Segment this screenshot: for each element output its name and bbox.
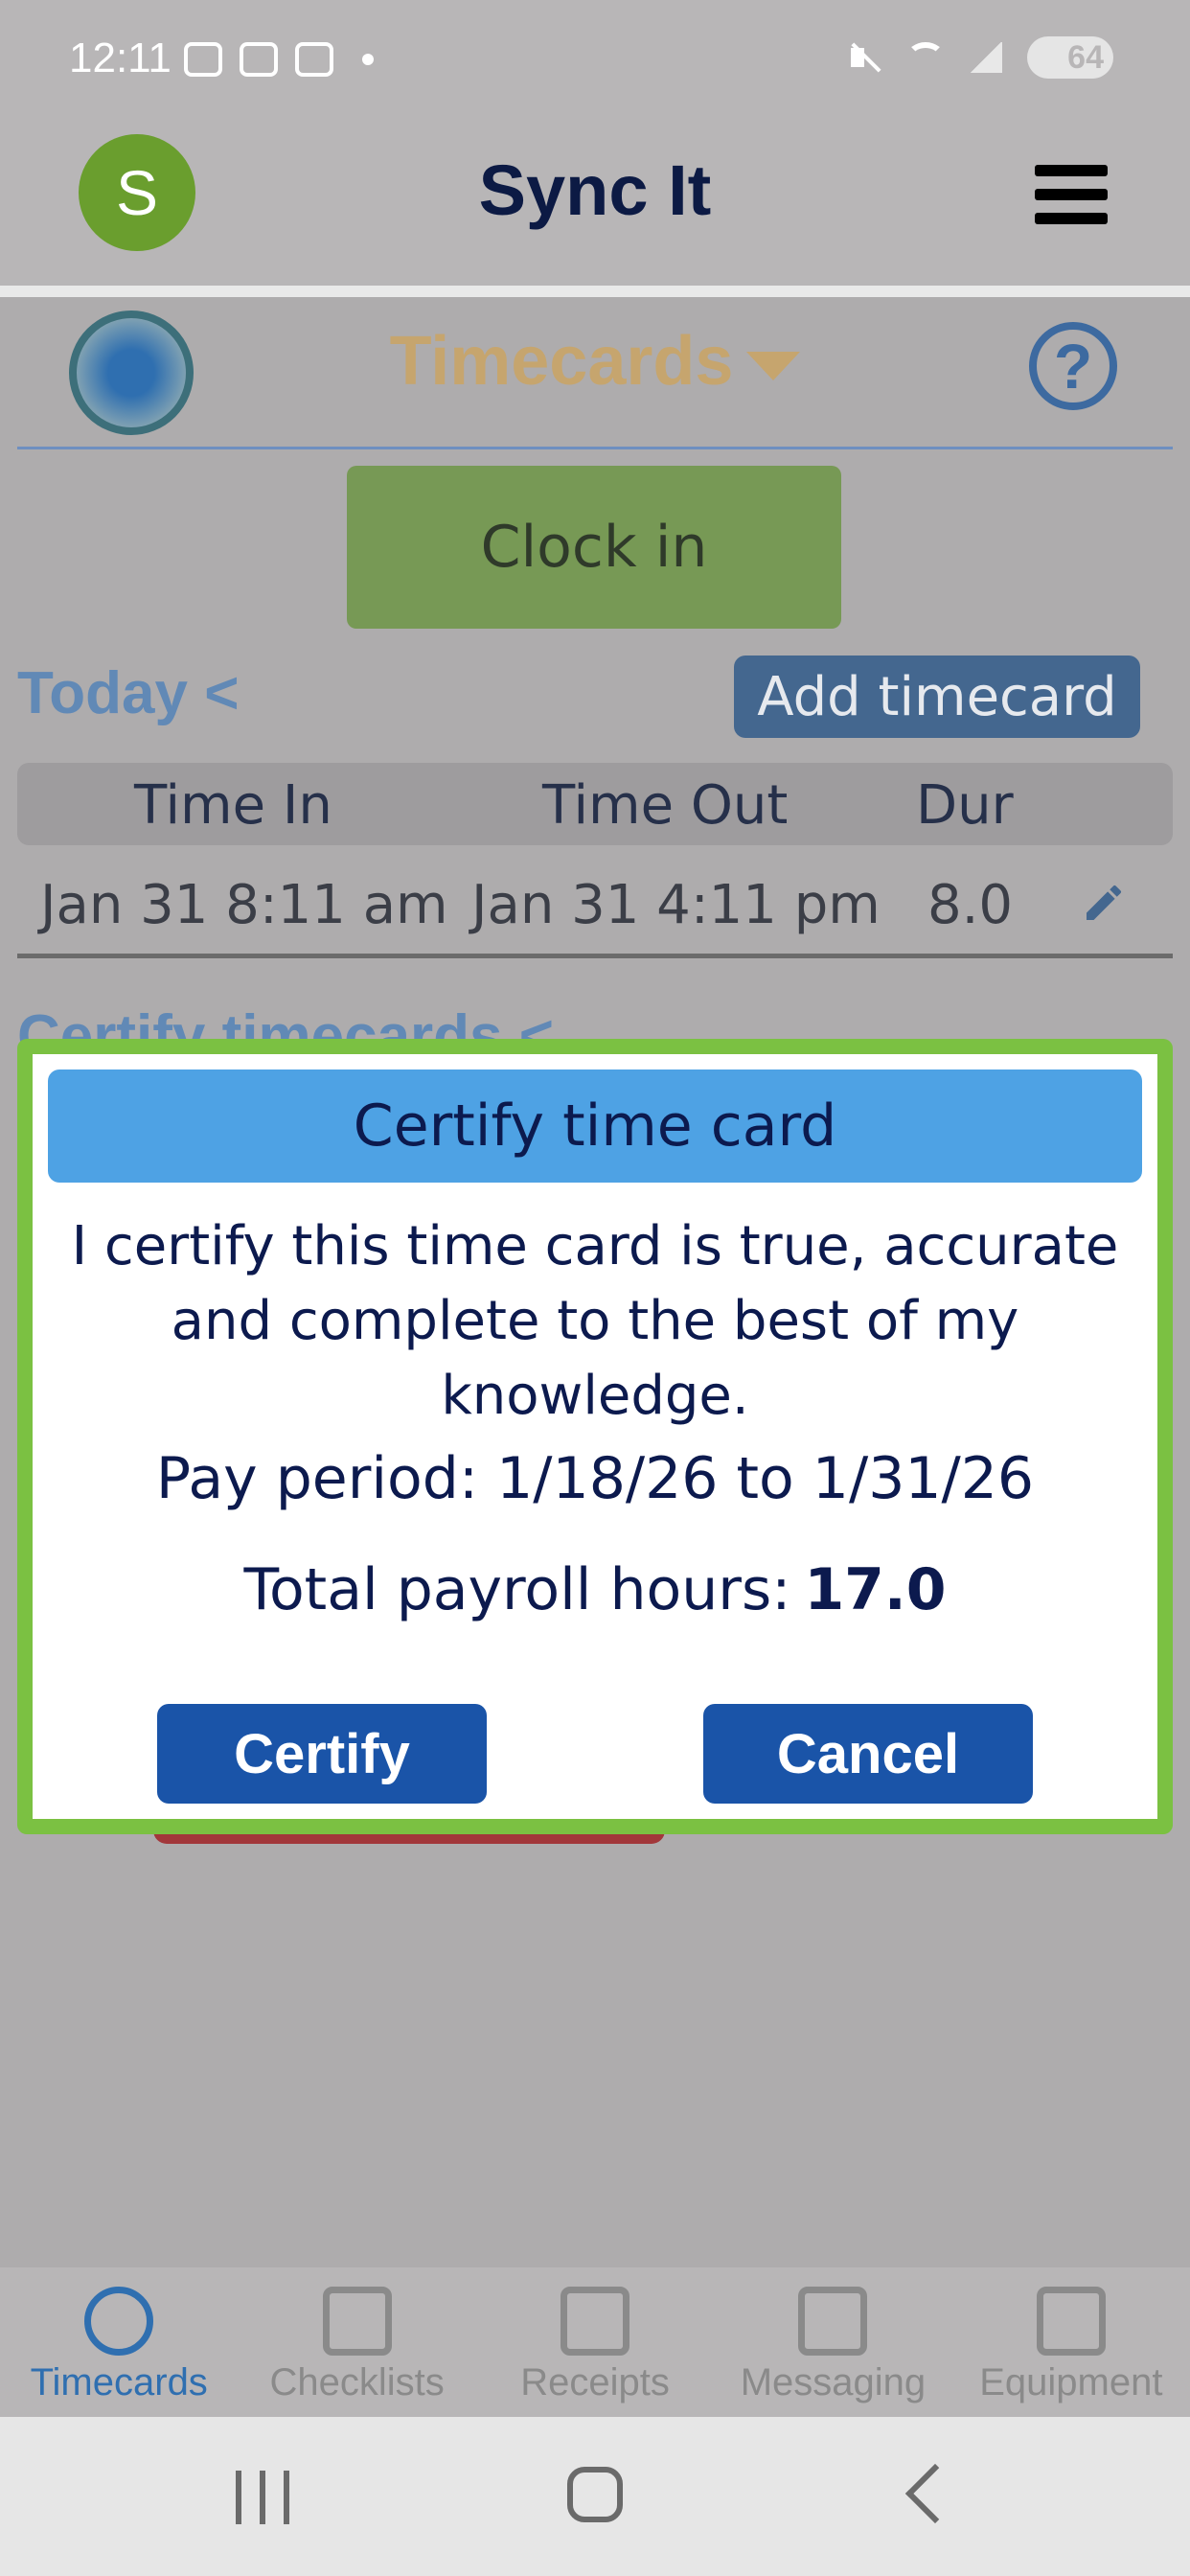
header-divider [0,286,1190,297]
caret-down-icon [746,351,801,380]
app-notification-icon [295,42,333,77]
cancel-button[interactable]: Cancel [703,1704,1033,1804]
pay-period: Pay period: 1/18/26 to 1/31/26 [155,1445,1035,1512]
clock-in-button[interactable]: Clock in [347,466,841,629]
total-hours-value: 17.0 [804,1556,947,1623]
more-notifications-icon [362,54,374,65]
divider [17,447,1173,449]
wifi-icon [906,42,945,73]
total-payroll-hours: Total payroll hours: 17.0 [52,1556,1138,1623]
app-header: S Sync It [0,123,1190,286]
tab-equipment[interactable]: Equipment [952,2267,1190,2417]
car-icon [1036,2287,1106,2356]
column-header-time-in: Time In [134,774,332,837]
table-header: Time In Time Out Dur [17,763,1173,845]
status-bar: 12:11 64 [0,0,1190,123]
receipt-icon [561,2287,630,2356]
tab-label: Receipts [520,2361,670,2404]
recents-icon[interactable] [236,2471,289,2524]
section-title: Timecards [389,323,734,400]
section-header: Timecards ? [0,297,1190,447]
certification-text: I certify this time card is true, accura… [71,1215,1119,1427]
cell-time-out: Jan 31 4:11 pm [471,874,881,936]
tab-messaging[interactable]: Messaging [714,2267,951,2417]
section-dropdown[interactable]: Timecards [0,322,1190,401]
home-icon[interactable] [567,2467,623,2522]
cell-dur: 8.0 [927,874,1014,936]
certify-dialog: Certify time card I certify this time ca… [17,1039,1173,1834]
tab-label: Checklists [269,2361,445,2404]
mute-icon [847,40,881,75]
help-icon[interactable]: ? [1029,322,1117,410]
column-header-time-out: Time Out [542,774,789,837]
back-icon[interactable] [904,2463,966,2524]
tab-timecards[interactable]: Timecards [0,2267,238,2417]
hamburger-menu-icon[interactable] [1035,165,1108,224]
cell-time-in: Jan 31 8:11 am [40,874,448,936]
app-notification-icon [240,42,278,77]
tab-receipts[interactable]: Receipts [476,2267,714,2417]
app-title: Sync It [478,150,712,230]
bottom-tab-bar: Timecards Checklists Receipts Messaging … [0,2267,1190,2417]
today-toggle[interactable]: Today < [17,659,239,727]
checklist-icon [322,2287,392,2356]
add-timecard-button[interactable]: Add timecard [734,656,1140,738]
column-header-dur: Dur [916,774,1014,837]
status-icons-right: 64 [847,36,1113,79]
notification-icons [184,42,374,77]
certify-button[interactable]: Certify [157,1704,487,1804]
tab-label: Timecards [30,2361,208,2404]
message-icon [798,2287,868,2356]
screenshot-icon [184,42,222,77]
status-time: 12:11 [69,34,172,81]
system-nav-bar [0,2417,1190,2576]
signal-icon [970,42,1002,73]
battery-indicator: 64 [1027,36,1113,79]
dialog-title: Certify time card [48,1070,1142,1183]
pencil-icon[interactable] [1081,880,1127,926]
tab-label: Equipment [979,2361,1163,2404]
tab-checklists[interactable]: Checklists [238,2267,475,2417]
table-row[interactable]: Jan 31 8:11 am Jan 31 4:11 pm 8.0 [17,853,1173,958]
tab-label: Messaging [740,2361,927,2404]
total-hours-label: Total payroll hours: [243,1556,791,1623]
clock-icon [84,2287,154,2356]
